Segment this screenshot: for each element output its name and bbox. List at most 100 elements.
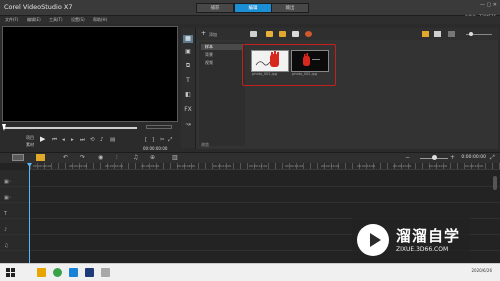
app-icon[interactable]	[85, 268, 94, 277]
ruler-label: 00:00:24:00	[465, 164, 484, 168]
show-video-icon[interactable]	[266, 31, 273, 37]
redo-icon[interactable]: ↷	[80, 154, 85, 161]
show-photo-icon[interactable]	[279, 31, 286, 37]
mode-clip-label[interactable]: 素材	[26, 142, 34, 148]
title-bar: Corel VideoStudio X7 捕获 编辑 输出 — ▢ ✕	[0, 0, 500, 16]
repeat-icon[interactable]: ⟲	[90, 137, 95, 144]
menu-settings[interactable]: 设置(S)	[71, 17, 85, 23]
windows-start-icon[interactable]	[6, 268, 15, 277]
red-glove-image-icon	[303, 53, 320, 66]
subtitle-editor-icon[interactable]: ▥	[172, 154, 178, 161]
zoom-in-icon[interactable]: +	[450, 154, 455, 161]
path-icon[interactable]: ↝	[183, 121, 193, 129]
timeline-zoom-knob[interactable]	[432, 155, 437, 160]
undo-icon[interactable]: ↶	[63, 154, 68, 161]
media-caption-1: photo_001.jpg	[252, 72, 278, 76]
overlay-track-icon[interactable]: ▣◦	[4, 195, 12, 201]
system-clock[interactable]: 2020/6/26	[471, 268, 492, 273]
motion-tracking-icon[interactable]: ⊕	[150, 154, 155, 161]
ruler-label: 00:00:12:00	[249, 164, 268, 168]
volume-icon[interactable]: ♪	[100, 137, 104, 144]
show-audio-icon[interactable]	[292, 31, 299, 37]
video-track-icon[interactable]: ▣◦	[4, 179, 12, 185]
music-track-icon[interactable]: ♫	[4, 243, 8, 249]
file-explorer-icon[interactable]	[37, 268, 46, 277]
prev-frame-icon[interactable]: ◂	[62, 137, 65, 144]
auto-music-icon[interactable]: ♫	[133, 154, 138, 161]
filter-icon[interactable]: FX	[183, 106, 193, 114]
red-hand-image-icon	[255, 51, 279, 67]
next-frame-icon[interactable]: ▸	[71, 137, 74, 144]
split-icon[interactable]: ✂	[160, 137, 165, 144]
menu-file[interactable]: 文件(F)	[5, 17, 18, 23]
add-folder-label[interactable]: 添加	[209, 32, 217, 38]
preview-window[interactable]	[2, 26, 178, 122]
watermark-title: 溜溜自学	[396, 227, 461, 245]
menu-bar: 文件(F) 编辑(E) 工具(T) 设置(S) 帮助(H)	[0, 16, 500, 24]
tab-capture[interactable]: 捕获	[196, 3, 234, 13]
timeline-view-icon[interactable]	[36, 154, 45, 161]
sort-icon[interactable]	[305, 31, 312, 37]
overlay-track[interactable]: ▣◦	[0, 192, 500, 203]
preview-timecode[interactable]: 00:00:00:00	[143, 146, 167, 151]
menu-help[interactable]: 帮助(H)	[93, 17, 107, 23]
hd-preview-icon[interactable]: ▤	[110, 137, 115, 144]
watermark-play-icon	[370, 233, 381, 247]
folder-item-samples[interactable]: 样本	[201, 44, 243, 50]
ruler-label: 00:00:08:00	[177, 164, 196, 168]
enlarge-icon[interactable]: ⤢	[168, 137, 172, 144]
ruler-label: 00:00:14:00	[285, 164, 304, 168]
instant-project-icon[interactable]: ▣	[183, 48, 193, 56]
watermark-url: ZIXUE.3D66.COM	[396, 246, 449, 253]
record-icon[interactable]: ◉	[98, 154, 103, 161]
photoshop-icon[interactable]	[69, 268, 78, 277]
sound-mixer-icon[interactable]: ⫶	[116, 154, 118, 162]
sort-by-icon[interactable]	[448, 31, 455, 37]
tab-edit[interactable]: 编辑	[234, 3, 272, 13]
tab-share[interactable]: 输出	[271, 3, 309, 13]
timeline-timecode[interactable]: 0:00:00:00	[461, 155, 486, 160]
menu-edit[interactable]: 编辑(E)	[27, 17, 41, 23]
app-title: Corel VideoStudio X7	[4, 3, 73, 11]
ruler-label: 00:00:20:00	[393, 164, 412, 168]
import-media-icon[interactable]	[250, 31, 257, 37]
fit-project-icon[interactable]: ⤢	[490, 154, 495, 162]
media-thumbnail-1[interactable]	[251, 50, 289, 72]
folder-item-backgrounds[interactable]: 背景	[201, 52, 243, 58]
storyboard-view-icon[interactable]	[12, 154, 24, 161]
add-folder-icon[interactable]: +	[201, 30, 206, 37]
voice-track-icon[interactable]: ♪	[4, 227, 7, 233]
thumb-view-icon[interactable]	[434, 31, 441, 37]
mark-in-icon[interactable]: [	[145, 137, 147, 144]
title-icon[interactable]: T	[183, 77, 193, 85]
timeline-scrollbar[interactable]	[493, 176, 497, 190]
media-caption-2: photo_002.jpg	[292, 72, 318, 76]
graphic-icon[interactable]: ◧	[183, 91, 193, 99]
playhead[interactable]	[29, 163, 30, 263]
window-controls[interactable]: — ▢ ✕	[480, 2, 497, 8]
media-icon[interactable]: ▦	[183, 35, 193, 43]
end-icon[interactable]: ⏭	[80, 137, 85, 144]
folder-item-videos[interactable]: 视频	[201, 60, 243, 66]
ruler-label: 00:00:18:00	[357, 164, 376, 168]
media-thumbnail-2[interactable]	[291, 50, 329, 72]
video-track[interactable]: ▣◦	[0, 176, 500, 187]
thumb-zoom-knob[interactable]	[469, 32, 473, 36]
transition-icon[interactable]: ⧉	[183, 62, 193, 70]
zoom-out-icon[interactable]: −	[405, 154, 410, 161]
menu-tools[interactable]: 工具(T)	[49, 17, 63, 23]
browser-icon[interactable]	[53, 268, 62, 277]
ruler-label: 00:00:04:00	[105, 164, 124, 168]
trim-marker-area[interactable]	[146, 125, 172, 129]
seek-bar[interactable]	[3, 127, 137, 129]
mode-project-label[interactable]: 项目	[26, 135, 34, 141]
browse-button[interactable]: 浏览	[201, 142, 209, 148]
mark-out-icon[interactable]: ]	[152, 137, 154, 144]
home-icon[interactable]: ⏮	[52, 137, 57, 144]
list-view-icon[interactable]	[422, 31, 429, 37]
ruler-label: 00:00:22:00	[429, 164, 448, 168]
ruler-label: 00:00:02:00	[69, 164, 88, 168]
title-track-icon[interactable]: T	[4, 211, 7, 217]
videostudio-taskbar-icon[interactable]	[101, 268, 110, 277]
play-icon[interactable]: ▶	[40, 136, 45, 143]
